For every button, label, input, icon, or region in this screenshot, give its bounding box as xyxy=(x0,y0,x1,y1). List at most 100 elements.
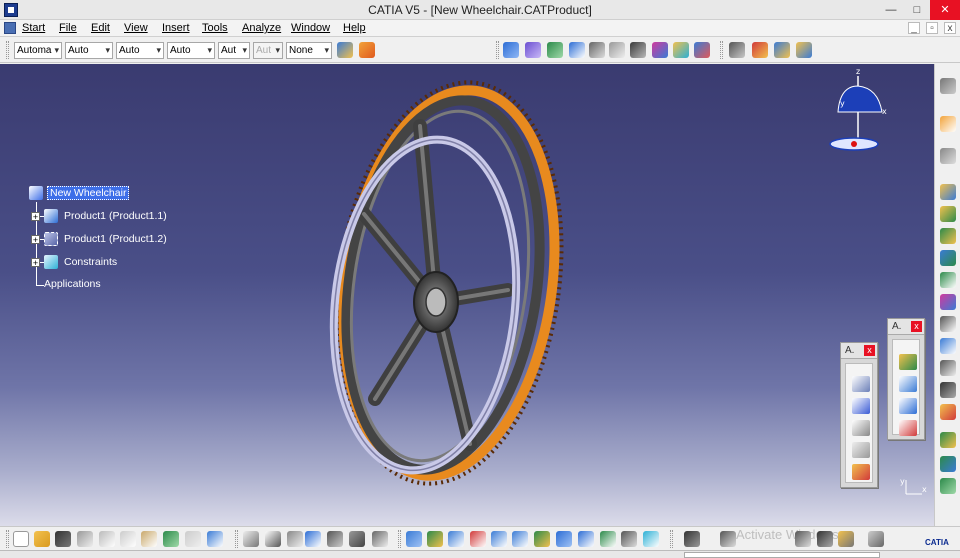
palette-close-button[interactable]: x xyxy=(911,321,922,332)
palette-title-bar[interactable]: A. x xyxy=(841,343,877,359)
renumber-icon[interactable] xyxy=(940,250,956,266)
angle-constraint-icon[interactable] xyxy=(852,442,870,458)
rotate-icon[interactable] xyxy=(470,531,486,547)
coincidence-constraint-icon[interactable] xyxy=(852,376,870,392)
command-input[interactable] xyxy=(684,552,880,558)
view-mode-icon[interactable] xyxy=(556,531,572,547)
menu-insert[interactable]: Insert xyxy=(162,22,190,34)
link-icon[interactable] xyxy=(652,42,668,58)
offset-constraint-icon[interactable] xyxy=(852,420,870,436)
save-icon[interactable] xyxy=(55,531,71,547)
pan-icon[interactable] xyxy=(448,531,464,547)
doc-close-button[interactable]: x xyxy=(944,22,956,34)
document-icon[interactable] xyxy=(4,22,16,34)
plane-icon[interactable] xyxy=(720,531,736,547)
fit-all-icon[interactable] xyxy=(427,531,443,547)
knowledge-icon[interactable] xyxy=(287,531,303,547)
toolbar-grip-3[interactable] xyxy=(398,530,401,548)
layer-combo[interactable]: None xyxy=(286,42,332,59)
palette-title-bar[interactable]: A. x xyxy=(888,319,924,335)
toolbar-grip-2[interactable] xyxy=(496,41,499,59)
cut-icon[interactable] xyxy=(99,531,115,547)
doc-minimize-button[interactable]: _ xyxy=(908,22,920,34)
undo-icon[interactable] xyxy=(163,531,179,547)
snap-icon[interactable] xyxy=(940,456,956,472)
assembly-icon[interactable] xyxy=(774,42,790,58)
toolbar-grip-3[interactable] xyxy=(720,41,723,59)
format-painter-icon[interactable] xyxy=(337,42,353,58)
iso-view-icon[interactable] xyxy=(578,531,594,547)
update-product-icon[interactable] xyxy=(940,338,956,354)
measure-icon[interactable] xyxy=(589,42,605,58)
bill-of-material-icon[interactable] xyxy=(940,316,956,332)
product-structure-palette[interactable]: A. x xyxy=(887,318,925,440)
menu-window[interactable]: Window xyxy=(291,22,330,34)
section-icon[interactable] xyxy=(795,531,811,547)
menu-tools[interactable]: Tools xyxy=(202,22,228,34)
menu-view[interactable]: View xyxy=(124,22,148,34)
refresh-icon[interactable] xyxy=(673,42,689,58)
transparency-combo[interactable]: Auto xyxy=(65,42,113,59)
clash-icon[interactable] xyxy=(838,531,854,547)
menu-help[interactable]: Help xyxy=(343,22,366,34)
fix-component-icon[interactable] xyxy=(852,464,870,480)
contact-constraint-icon[interactable] xyxy=(852,398,870,414)
fill-icon[interactable] xyxy=(503,42,519,58)
catalog-icon[interactable] xyxy=(729,42,745,58)
publish-icon[interactable] xyxy=(796,42,812,58)
new-icon[interactable] xyxy=(13,531,29,547)
print-icon[interactable] xyxy=(77,531,93,547)
copy-icon[interactable] xyxy=(120,531,136,547)
load-icon[interactable] xyxy=(940,360,956,376)
toolbar-grip[interactable] xyxy=(6,41,9,59)
existing-component-icon[interactable] xyxy=(899,398,917,414)
explode-icon[interactable] xyxy=(940,404,956,420)
table-icon[interactable] xyxy=(305,531,321,547)
reorder-icon[interactable] xyxy=(940,228,956,244)
doc-restore-button[interactable]: ▫ xyxy=(926,22,938,34)
save-management-icon[interactable] xyxy=(940,294,956,310)
camera-icon[interactable] xyxy=(684,531,700,547)
new-component-icon[interactable] xyxy=(899,354,917,370)
constraints-palette[interactable]: A. x xyxy=(840,342,878,488)
replace-component-icon[interactable] xyxy=(899,420,917,436)
point-symbol-combo[interactable]: Aut xyxy=(218,42,250,59)
text-icon[interactable] xyxy=(940,382,956,398)
swap-icon[interactable] xyxy=(621,531,637,547)
fix-icon[interactable] xyxy=(940,432,956,448)
wheel-model[interactable] xyxy=(0,64,934,526)
palette-close-button[interactable]: x xyxy=(864,345,875,356)
menu-start[interactable]: Start xyxy=(22,22,45,34)
formula-icon[interactable] xyxy=(243,531,259,547)
design-table-icon[interactable] xyxy=(327,531,343,547)
manipulation-icon[interactable] xyxy=(940,478,956,494)
analysis-icon[interactable] xyxy=(694,42,710,58)
whats-this-icon[interactable] xyxy=(207,531,223,547)
compass[interactable]: z y x xyxy=(822,66,892,156)
component-icon[interactable] xyxy=(752,42,768,58)
menu-edit[interactable]: Edit xyxy=(91,22,110,34)
menu-file[interactable]: File xyxy=(59,22,77,34)
restore-button[interactable]: □ xyxy=(904,0,930,20)
product-icon[interactable] xyxy=(940,272,956,288)
update-icon[interactable] xyxy=(630,42,646,58)
open-icon[interactable] xyxy=(34,531,50,547)
reaction-icon[interactable] xyxy=(372,531,388,547)
toolbar-grip[interactable] xyxy=(6,530,9,548)
comment-icon[interactable] xyxy=(265,531,281,547)
toolbar-grip-2[interactable] xyxy=(235,530,238,548)
replace-icon[interactable] xyxy=(940,206,956,222)
normal-view-icon[interactable] xyxy=(534,531,550,547)
capture-icon[interactable] xyxy=(643,531,659,547)
existing-component-icon[interactable] xyxy=(940,184,956,200)
line-type-combo[interactable]: Auto xyxy=(167,42,215,59)
search-icon[interactable] xyxy=(868,531,884,547)
fly-icon[interactable] xyxy=(406,531,422,547)
line-thickness-combo[interactable]: Auto xyxy=(116,42,164,59)
material-icon[interactable] xyxy=(525,42,541,58)
zoom-in-icon[interactable] xyxy=(491,531,507,547)
part-icon[interactable] xyxy=(940,148,956,164)
3d-viewport[interactable]: New Wheelchair + Product1 (Product1.1) +… xyxy=(0,64,934,526)
toolbar-grip-4[interactable] xyxy=(670,530,673,548)
measure-between-icon[interactable] xyxy=(817,531,833,547)
